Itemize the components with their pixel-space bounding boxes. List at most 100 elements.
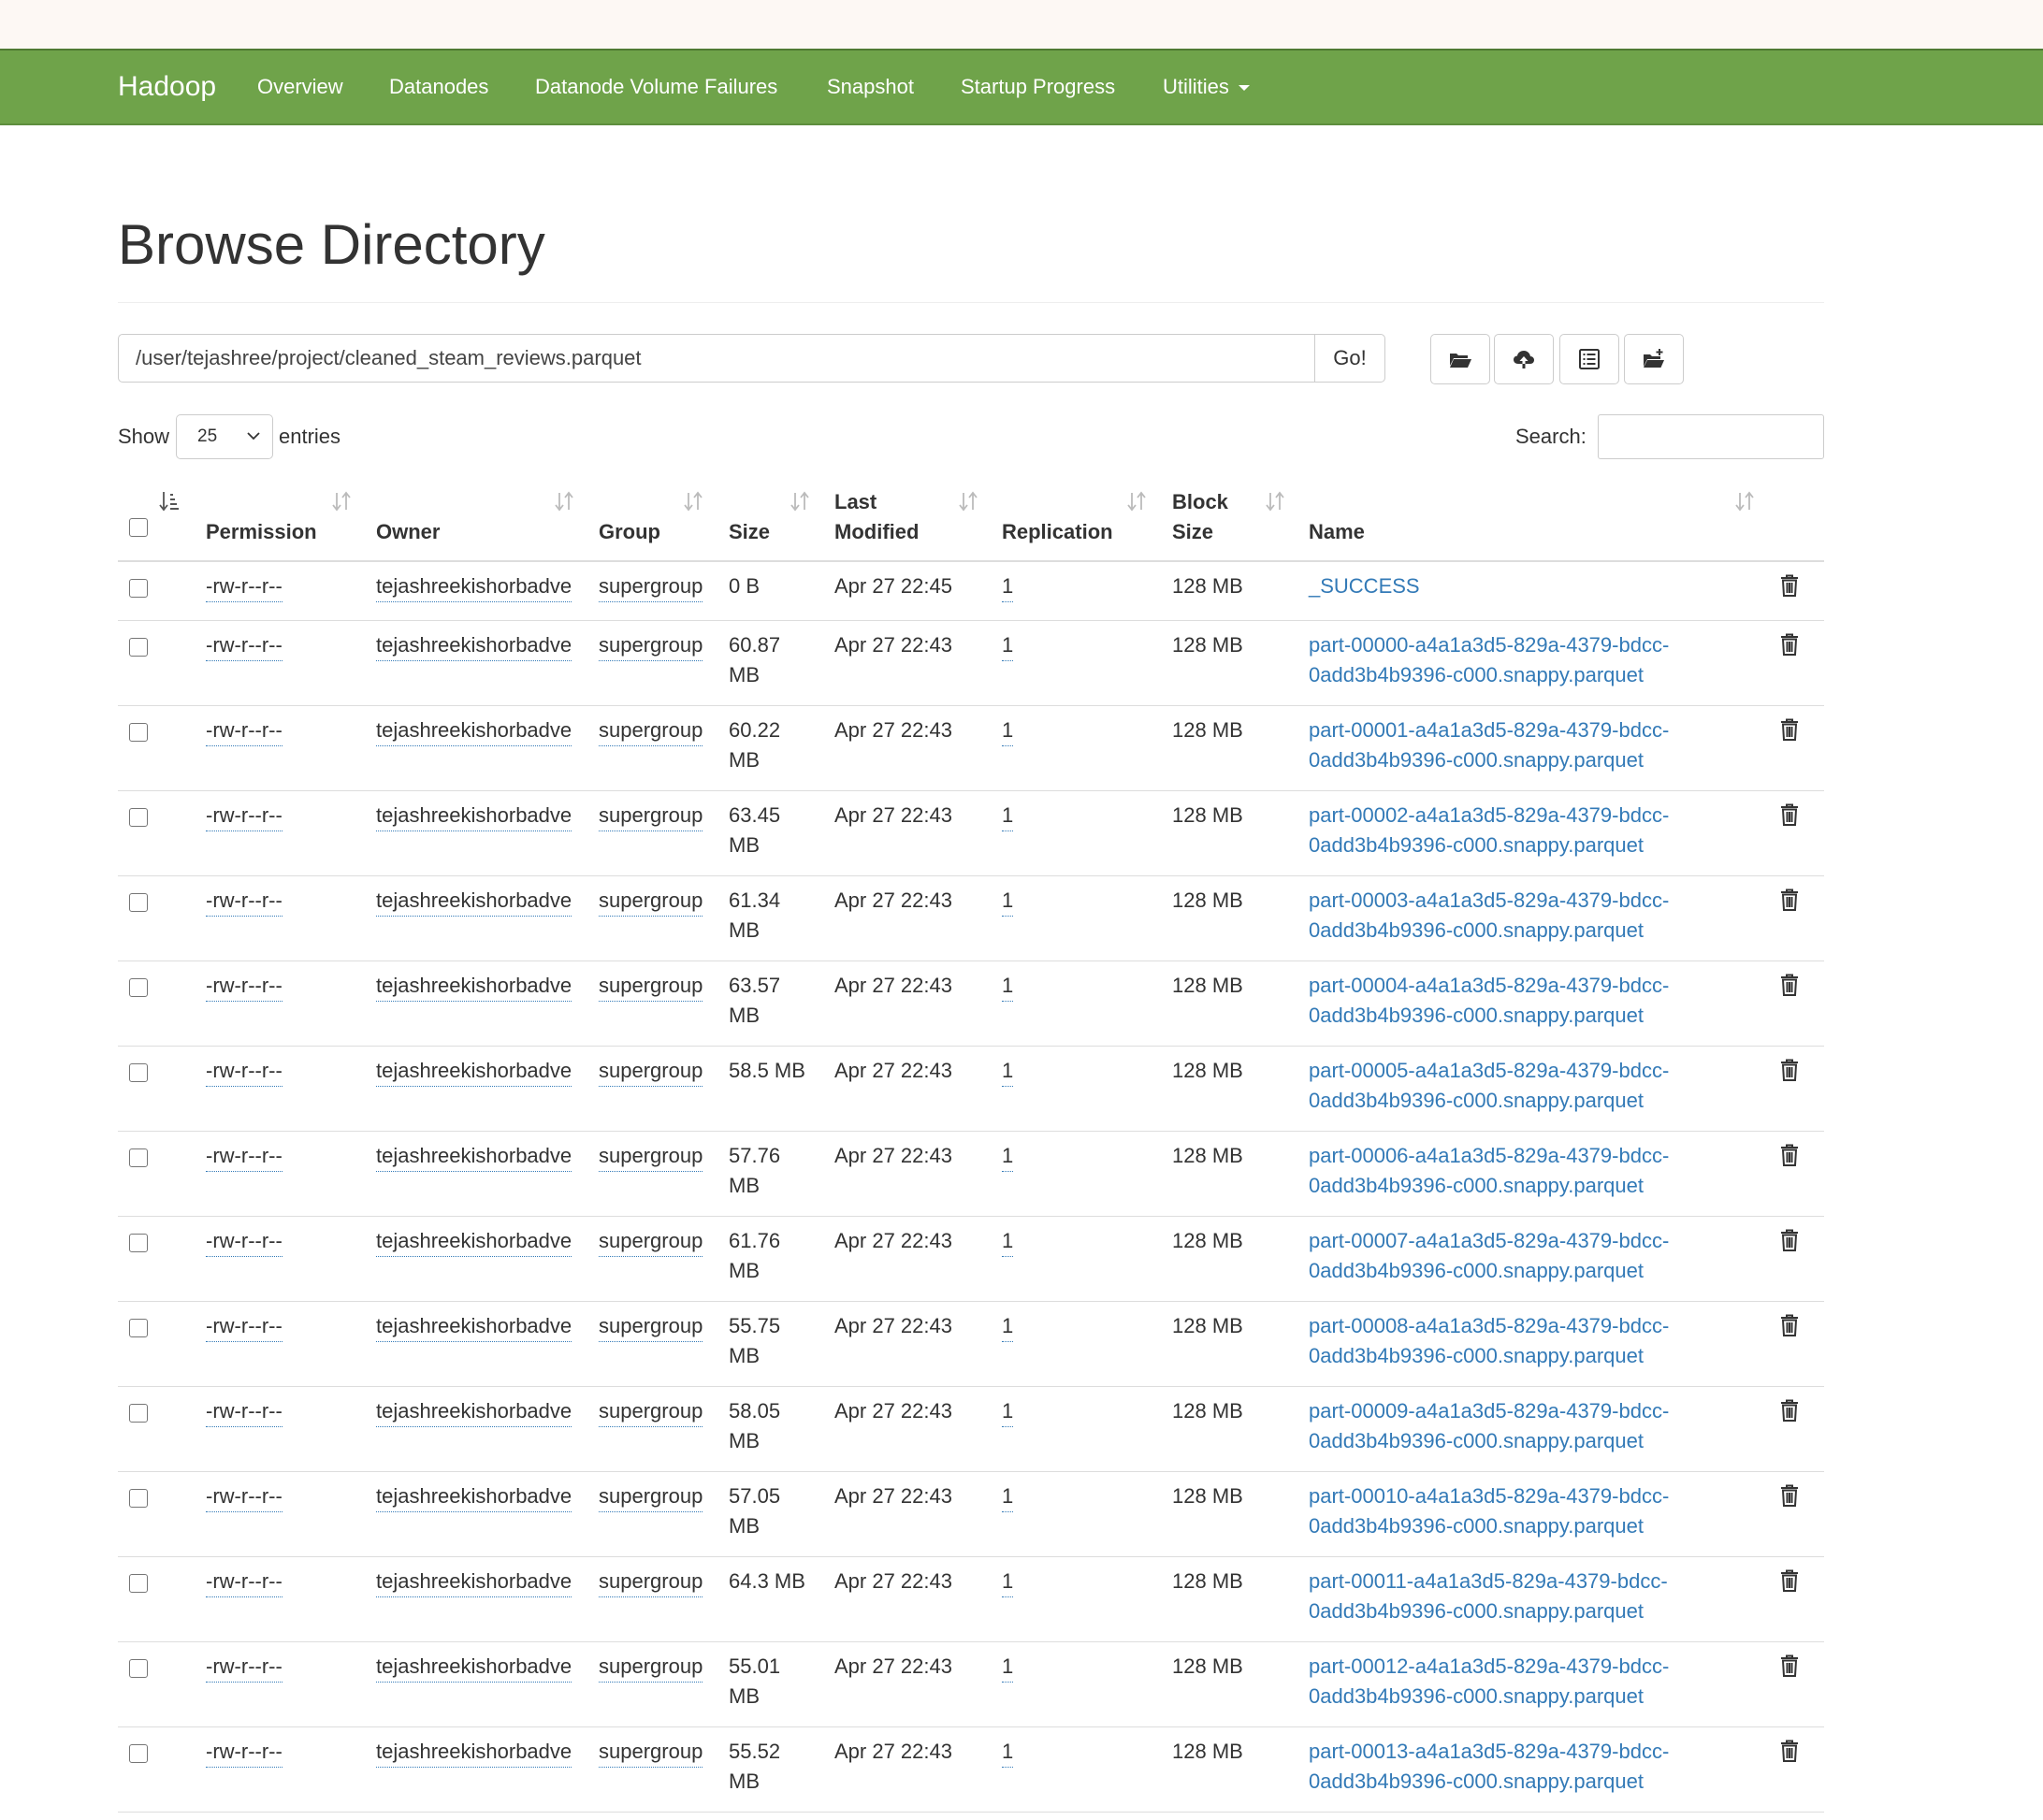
- trash-icon[interactable]: [1779, 1143, 1800, 1167]
- owner-cell[interactable]: tejashreekishorbadve: [376, 1311, 572, 1342]
- group-cell[interactable]: supergroup: [599, 971, 703, 1002]
- header-block-size[interactable]: Block Size: [1172, 487, 1228, 547]
- permission-cell[interactable]: -rw-r--r--: [206, 1567, 283, 1597]
- file-name-link[interactable]: part-00008-a4a1a3d5-829a-4379-bdcc- 0add3…: [1309, 1311, 1669, 1371]
- owner-cell[interactable]: tejashreekishorbadve: [376, 1056, 572, 1087]
- header-last-modified[interactable]: Last Modified: [834, 487, 919, 547]
- permission-cell[interactable]: -rw-r--r--: [206, 886, 283, 917]
- group-cell[interactable]: supergroup: [599, 1396, 703, 1427]
- row-checkbox[interactable]: [129, 1744, 148, 1763]
- directory-path-input[interactable]: [118, 334, 1315, 383]
- replication-cell[interactable]: 1: [1002, 1141, 1014, 1172]
- file-name-link[interactable]: _SUCCESS: [1309, 571, 1420, 601]
- owner-cell[interactable]: tejashreekishorbadve: [376, 1652, 572, 1683]
- file-name-link[interactable]: part-00001-a4a1a3d5-829a-4379-bdcc- 0add3…: [1309, 715, 1669, 775]
- owner-cell[interactable]: tejashreekishorbadve: [376, 1396, 572, 1427]
- replication-cell[interactable]: 1: [1002, 1737, 1014, 1768]
- sort-icon[interactable]: [683, 490, 703, 513]
- upload-file-button[interactable]: [1494, 334, 1554, 384]
- header-permission[interactable]: Permission: [206, 517, 317, 547]
- owner-cell[interactable]: tejashreekishorbadve: [376, 801, 572, 831]
- nav-datanode-volume-failures[interactable]: Datanode Volume Failures: [535, 51, 777, 123]
- trash-icon[interactable]: [1779, 717, 1800, 742]
- nav-snapshot[interactable]: Snapshot: [827, 51, 914, 123]
- sort-icon[interactable]: [554, 490, 574, 513]
- sort-icon[interactable]: [1265, 490, 1285, 513]
- group-cell[interactable]: supergroup: [599, 1481, 703, 1512]
- select-all-checkbox[interactable]: [129, 518, 148, 537]
- permission-cell[interactable]: -rw-r--r--: [206, 1226, 283, 1257]
- file-name-link[interactable]: part-00002-a4a1a3d5-829a-4379-bdcc- 0add3…: [1309, 801, 1669, 860]
- owner-cell[interactable]: tejashreekishorbadve: [376, 886, 572, 917]
- group-cell[interactable]: supergroup: [599, 715, 703, 746]
- replication-cell[interactable]: 1: [1002, 1056, 1014, 1087]
- header-name[interactable]: Name: [1309, 517, 1365, 547]
- row-checkbox[interactable]: [129, 579, 148, 598]
- replication-cell[interactable]: 1: [1002, 571, 1014, 602]
- go-button[interactable]: Go!: [1314, 334, 1385, 383]
- sort-icon[interactable]: [790, 490, 810, 513]
- view-list-button[interactable]: [1559, 334, 1619, 384]
- row-checkbox[interactable]: [129, 808, 148, 827]
- owner-cell[interactable]: tejashreekishorbadve: [376, 630, 572, 661]
- sort-icon[interactable]: [1734, 490, 1755, 513]
- group-cell[interactable]: supergroup: [599, 1056, 703, 1087]
- replication-cell[interactable]: 1: [1002, 1226, 1014, 1257]
- group-cell[interactable]: supergroup: [599, 1652, 703, 1683]
- brand-logo[interactable]: Hadoop: [118, 51, 216, 123]
- entries-select[interactable]: 25: [176, 414, 273, 459]
- file-name-link[interactable]: part-00007-a4a1a3d5-829a-4379-bdcc- 0add3…: [1309, 1226, 1669, 1286]
- row-checkbox[interactable]: [129, 893, 148, 912]
- trash-icon[interactable]: [1779, 1483, 1800, 1508]
- row-checkbox[interactable]: [129, 1234, 148, 1252]
- permission-cell[interactable]: -rw-r--r--: [206, 1396, 283, 1427]
- file-name-link[interactable]: part-00004-a4a1a3d5-829a-4379-bdcc- 0add3…: [1309, 971, 1669, 1031]
- sort-icon[interactable]: [958, 490, 978, 513]
- group-cell[interactable]: supergroup: [599, 1141, 703, 1172]
- replication-cell[interactable]: 1: [1002, 630, 1014, 661]
- trash-icon[interactable]: [1779, 1313, 1800, 1337]
- permission-cell[interactable]: -rw-r--r--: [206, 1652, 283, 1683]
- owner-cell[interactable]: tejashreekishorbadve: [376, 1226, 572, 1257]
- permission-cell[interactable]: -rw-r--r--: [206, 715, 283, 746]
- trash-icon[interactable]: [1779, 573, 1800, 598]
- owner-cell[interactable]: tejashreekishorbadve: [376, 1737, 572, 1768]
- header-group[interactable]: Group: [599, 517, 660, 547]
- browse-folder-button[interactable]: [1430, 334, 1490, 384]
- trash-icon[interactable]: [1779, 973, 1800, 997]
- nav-overview[interactable]: Overview: [257, 51, 343, 123]
- trash-icon[interactable]: [1779, 632, 1800, 657]
- group-cell[interactable]: supergroup: [599, 1567, 703, 1597]
- row-checkbox[interactable]: [129, 1148, 148, 1167]
- permission-cell[interactable]: -rw-r--r--: [206, 1737, 283, 1768]
- row-checkbox[interactable]: [129, 1489, 148, 1508]
- row-checkbox[interactable]: [129, 638, 148, 657]
- file-name-link[interactable]: part-00000-a4a1a3d5-829a-4379-bdcc- 0add3…: [1309, 630, 1669, 690]
- row-checkbox[interactable]: [129, 1063, 148, 1082]
- trash-icon[interactable]: [1779, 888, 1800, 912]
- trash-icon[interactable]: [1779, 1654, 1800, 1678]
- owner-cell[interactable]: tejashreekishorbadve: [376, 1141, 572, 1172]
- replication-cell[interactable]: 1: [1002, 1311, 1014, 1342]
- row-checkbox[interactable]: [129, 978, 148, 997]
- nav-utilities-dropdown[interactable]: Utilities: [1163, 51, 1250, 123]
- file-name-link[interactable]: part-00013-a4a1a3d5-829a-4379-bdcc- 0add3…: [1309, 1737, 1669, 1797]
- permission-cell[interactable]: -rw-r--r--: [206, 801, 283, 831]
- replication-cell[interactable]: 1: [1002, 886, 1014, 917]
- file-name-link[interactable]: part-00003-a4a1a3d5-829a-4379-bdcc- 0add3…: [1309, 886, 1669, 946]
- trash-icon[interactable]: [1779, 1058, 1800, 1082]
- sort-icon[interactable]: [331, 490, 352, 513]
- group-cell[interactable]: supergroup: [599, 630, 703, 661]
- group-cell[interactable]: supergroup: [599, 886, 703, 917]
- file-name-link[interactable]: part-00005-a4a1a3d5-829a-4379-bdcc- 0add3…: [1309, 1056, 1669, 1116]
- create-folder-button[interactable]: [1624, 334, 1684, 384]
- row-checkbox[interactable]: [129, 1319, 148, 1337]
- file-name-link[interactable]: part-00009-a4a1a3d5-829a-4379-bdcc- 0add3…: [1309, 1396, 1669, 1456]
- group-cell[interactable]: supergroup: [599, 571, 703, 602]
- file-name-link[interactable]: part-00010-a4a1a3d5-829a-4379-bdcc- 0add3…: [1309, 1481, 1669, 1541]
- permission-cell[interactable]: -rw-r--r--: [206, 971, 283, 1002]
- row-checkbox[interactable]: [129, 1404, 148, 1423]
- replication-cell[interactable]: 1: [1002, 1652, 1014, 1683]
- permission-cell[interactable]: -rw-r--r--: [206, 630, 283, 661]
- owner-cell[interactable]: tejashreekishorbadve: [376, 971, 572, 1002]
